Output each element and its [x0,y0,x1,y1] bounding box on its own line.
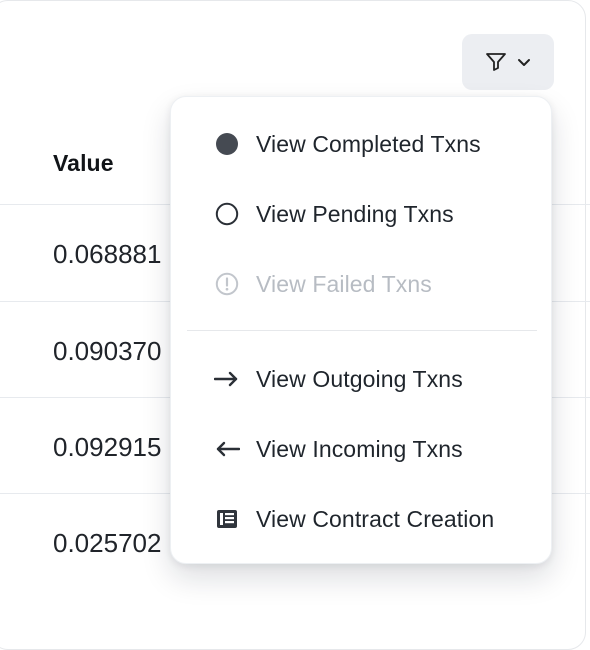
menu-item-view-failed-txns: View Failed Txns [171,256,551,312]
menu-item-view-outgoing-txns[interactable]: View Outgoing Txns [171,351,551,407]
pending-status-icon [214,201,240,227]
menu-item-label: View Failed Txns [256,270,432,297]
menu-divider [187,330,537,331]
filter-dropdown-button[interactable] [462,34,554,90]
value-cell: 0.092915 [53,432,162,462]
menu-item-view-completed-txns[interactable]: View Completed Txns [171,116,551,172]
menu-item-label: View Completed Txns [256,130,481,157]
menu-item-label: View Incoming Txns [256,435,463,462]
arrow-right-icon [214,366,240,392]
chevron-down-icon [516,54,532,70]
menu-item-view-pending-txns[interactable]: View Pending Txns [171,186,551,242]
completed-status-icon [214,131,240,157]
contract-icon [214,506,240,532]
value-cell: 0.068881 [53,239,162,269]
arrow-left-icon [214,436,240,462]
value-cell: 0.025702 [53,528,162,558]
failed-status-icon [214,271,240,297]
menu-item-label: View Pending Txns [256,200,454,227]
menu-item-label: View Outgoing Txns [256,365,463,392]
filter-dropdown-menu: View Completed Txns View Pending Txns Vi… [170,96,552,564]
value-cell: 0.090370 [53,336,162,366]
menu-item-view-incoming-txns[interactable]: View Incoming Txns [171,421,551,477]
menu-item-view-contract-creation[interactable]: View Contract Creation [171,491,551,547]
value-column-header: Value [53,150,114,176]
filter-icon [484,50,508,74]
menu-item-label: View Contract Creation [256,505,495,532]
